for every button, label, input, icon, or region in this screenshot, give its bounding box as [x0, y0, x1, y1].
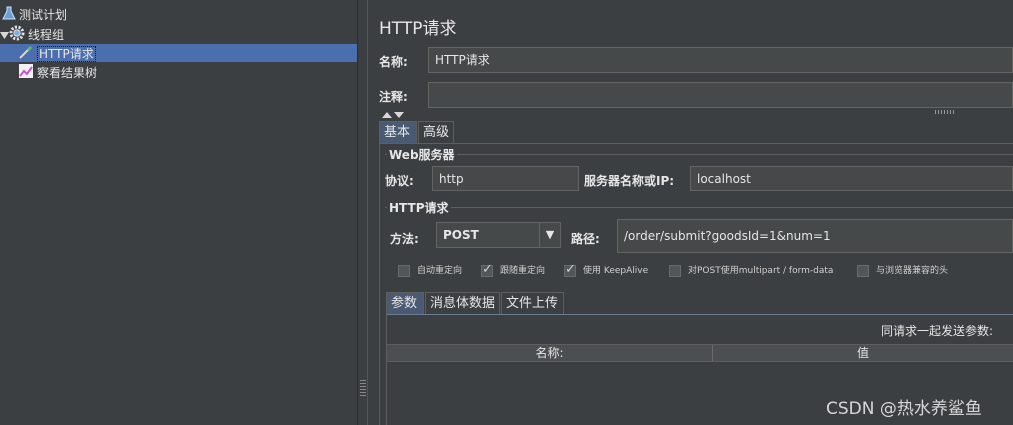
page-title: HTTP请求 — [379, 19, 457, 39]
options-row: 自动重定向 跟随重定向 使用 KeepAlive 对POST使用multipar… — [369, 262, 1013, 277]
tree-item-http-request[interactable]: HTTP请求 — [0, 44, 357, 62]
path-field[interactable]: /order/submit?goodsId=1&num=1 — [617, 219, 1013, 253]
gear-icon — [9, 25, 25, 46]
split-pane-divider[interactable] — [357, 0, 368, 425]
keepalive-label: 使用 KeepAlive — [583, 266, 649, 276]
splitter-grip-icon[interactable] — [360, 380, 366, 396]
column-header-value[interactable]: 值 — [713, 345, 1013, 361]
name-field[interactable]: HTTP请求 — [428, 47, 1013, 73]
browser-headers-label: 与浏览器兼容的头 — [876, 266, 949, 276]
auto-redirect-label: 自动重定向 — [417, 266, 463, 276]
path-label: 路径: — [571, 232, 600, 246]
test-plan-tree: 测试计划 线程组 HTTP请求 察看结果树 — [0, 0, 357, 425]
auto-redirect-checkbox[interactable] — [398, 265, 410, 277]
server-name-label: 服务器名称或IP: — [584, 174, 675, 188]
tab-bar: 基本 高级 — [379, 121, 1013, 143]
params-table-header: 名称: 值 — [387, 344, 1013, 362]
tree-item-label: 测试计划 — [19, 8, 68, 22]
tree-item-label: 线程组 — [28, 28, 65, 42]
method-select[interactable]: POST ▼ — [436, 222, 561, 248]
protocol-field[interactable]: http — [432, 166, 579, 191]
pipette-icon — [18, 44, 34, 65]
method-select-value: POST — [443, 228, 479, 242]
web-server-group-title: Web服务器 — [387, 146, 457, 163]
tree-item-label: HTTP请求 — [37, 46, 96, 62]
multipart-label: 对POST使用multipart / form-data — [688, 266, 834, 276]
method-label: 方法: — [390, 232, 419, 246]
server-name-field[interactable]: localhost — [690, 166, 1013, 191]
follow-redirects-checkbox[interactable] — [481, 262, 493, 277]
group-border — [385, 207, 1013, 208]
column-header-name[interactable]: 名称: — [387, 345, 713, 361]
tree-item-label: 察看结果树 — [37, 66, 98, 80]
tab-file-upload[interactable]: 文件上传 — [501, 292, 564, 314]
comment-label: 注释: — [379, 90, 408, 104]
collapse-arrows-icon[interactable] — [381, 108, 405, 122]
protocol-label: 协议: — [385, 174, 414, 188]
flask-icon — [2, 6, 16, 25]
tab-advanced[interactable]: 高级 — [418, 121, 454, 143]
group-border — [385, 154, 1013, 155]
watermark: CSDN @热水养鲨鱼 — [826, 399, 982, 419]
tab-basic[interactable]: 基本 — [379, 121, 417, 143]
keepalive-checkbox[interactable] — [564, 262, 576, 277]
comment-field[interactable] — [428, 82, 1013, 108]
tree-item-test-plan[interactable]: 测试计划 — [2, 6, 67, 24]
tab-parameters[interactable]: 参数 — [386, 292, 424, 314]
tree-item-view-results-tree[interactable]: 察看结果树 — [18, 63, 97, 81]
http-request-group-title: HTTP请求 — [387, 199, 451, 216]
name-label: 名称: — [379, 55, 408, 69]
http-request-panel: HTTP请求 名称: HTTP请求 注释: 基本 高级 Web服务器 协议: h… — [369, 0, 1013, 425]
sub-tab-bar: 参数 消息体数据 文件上传 — [386, 292, 1013, 314]
follow-redirects-label: 跟随重定向 — [500, 266, 546, 276]
tree-item-thread-group[interactable]: 线程组 — [0, 25, 64, 43]
resize-grip-icon[interactable] — [935, 110, 955, 114]
multipart-checkbox[interactable] — [669, 265, 681, 277]
chevron-down-icon[interactable]: ▼ — [539, 223, 560, 247]
browser-headers-checkbox[interactable] — [857, 265, 869, 277]
tab-body-data[interactable]: 消息体数据 — [425, 292, 500, 314]
params-caption: 同请求一起发送参数: — [880, 324, 993, 338]
chart-icon — [18, 63, 34, 84]
expand-triangle-icon[interactable] — [0, 27, 9, 45]
